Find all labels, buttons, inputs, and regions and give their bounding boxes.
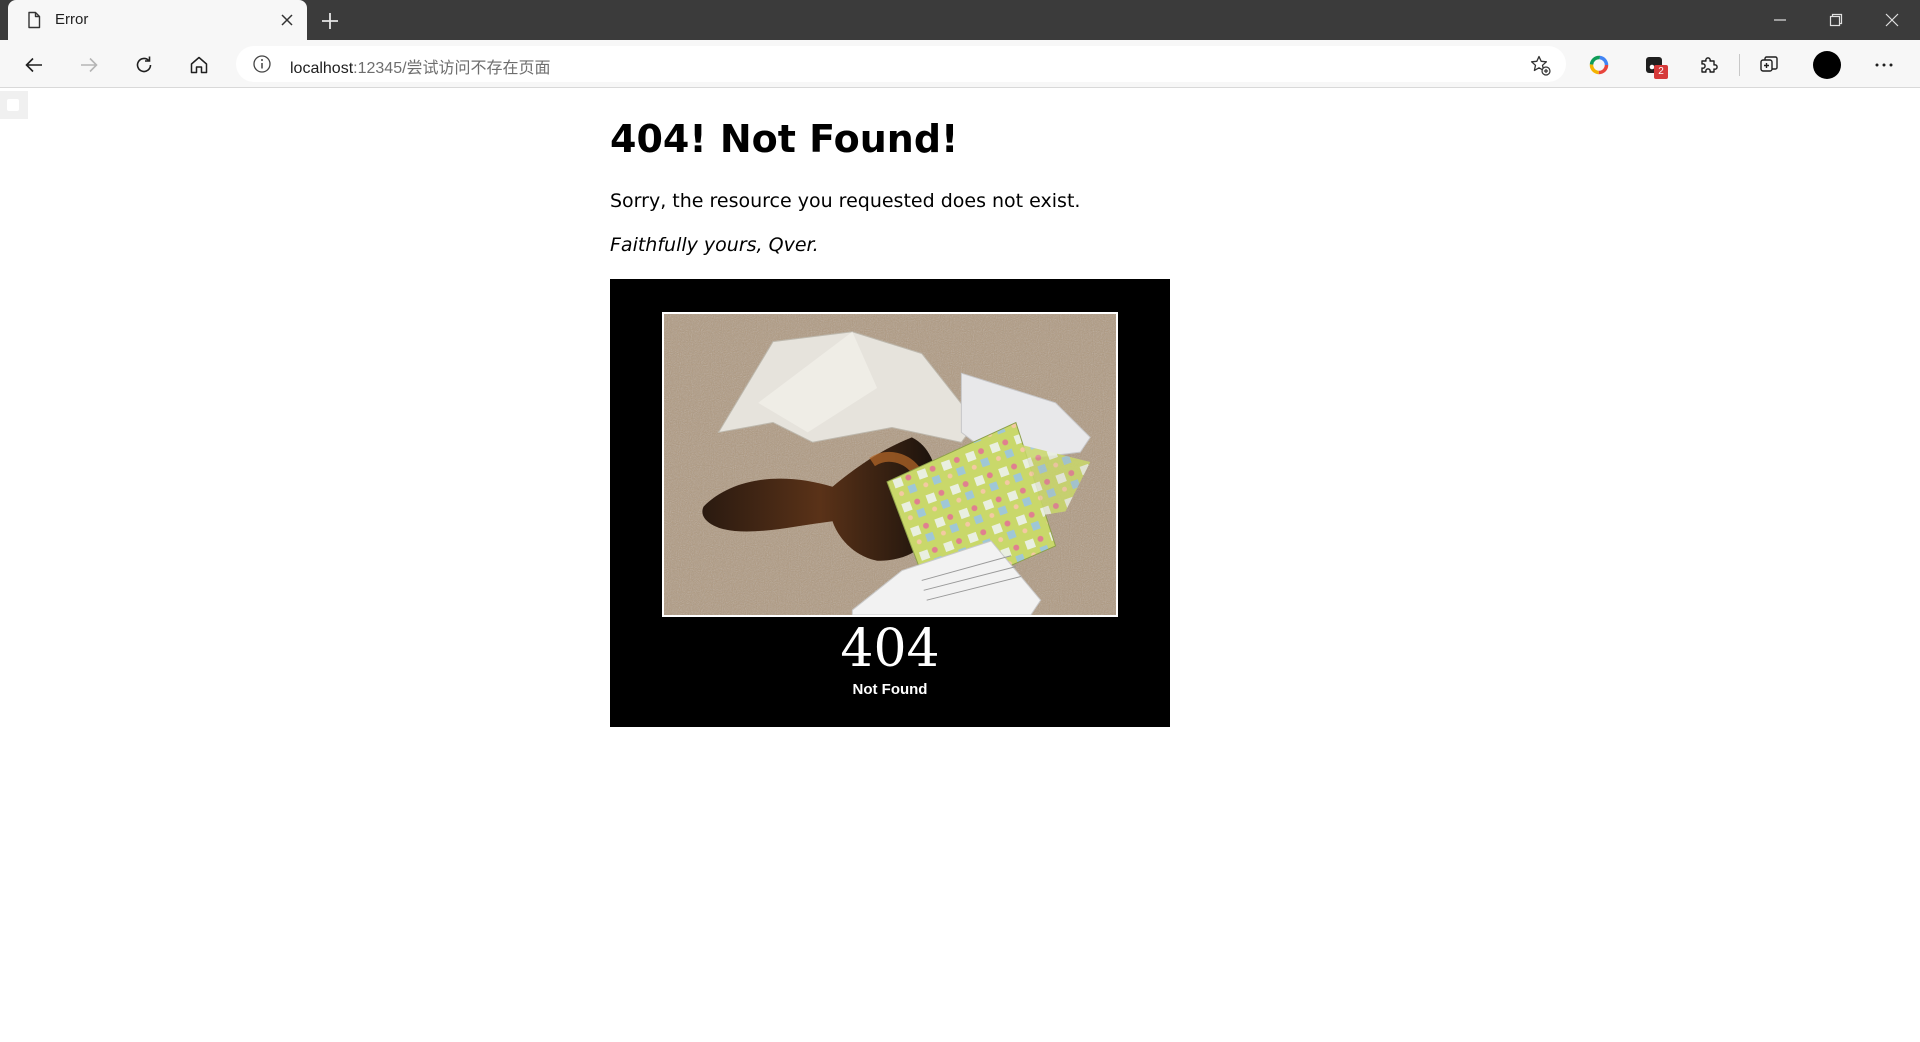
home-icon	[190, 56, 208, 74]
new-tab-icon[interactable]	[318, 9, 342, 33]
color-extension-button[interactable]	[1583, 49, 1615, 81]
collections-icon	[1760, 56, 1778, 72]
url-host: localhost	[290, 60, 354, 77]
extension-badge-count: 2	[1654, 65, 1668, 79]
corner-widget-icon	[7, 99, 19, 111]
forward-button[interactable]	[73, 49, 105, 81]
page-viewport: 404! Not Found! Sorry, the resource you …	[0, 89, 1920, 1042]
title-bar: Error	[0, 0, 1920, 40]
tab-title: Error	[55, 11, 89, 28]
badge-extension-button[interactable]: 2	[1638, 49, 1670, 81]
cat-under-paper-illustration	[664, 314, 1116, 615]
document-icon	[28, 11, 41, 29]
address-bar[interactable]: localhost:12345/尝试访问不存在页面	[236, 46, 1566, 82]
browser-toolbar: localhost:12345/尝试访问不存在页面 2	[0, 40, 1920, 88]
back-button[interactable]	[18, 49, 50, 81]
home-button[interactable]	[183, 49, 215, 81]
avatar	[1813, 51, 1841, 79]
close-window-button[interactable]	[1864, 0, 1920, 40]
url-text[interactable]: localhost:12345/尝试访问不存在页面	[290, 54, 551, 78]
restore-icon	[1829, 13, 1843, 27]
signature: Faithfully yours, Qver.	[610, 234, 819, 256]
restore-button[interactable]	[1808, 0, 1864, 40]
close-tab-icon[interactable]	[278, 11, 296, 29]
minimize-button[interactable]	[1752, 0, 1808, 40]
corner-widget[interactable]	[0, 91, 28, 119]
extensions-button[interactable]	[1693, 49, 1725, 81]
profile-button[interactable]	[1811, 49, 1843, 81]
star-add-icon[interactable]	[1528, 53, 1552, 77]
info-icon[interactable]	[252, 54, 272, 74]
reload-icon	[136, 56, 152, 73]
error-poster-image: 404 Not Found	[610, 279, 1170, 727]
page-title: 404! Not Found!	[610, 117, 959, 161]
more-icon	[1875, 63, 1893, 67]
url-path: :12345/尝试访问不存在页面	[353, 60, 551, 77]
close-icon	[1885, 13, 1899, 27]
poster-error-code: 404	[840, 619, 940, 679]
browser-tab-active[interactable]: Error	[8, 0, 307, 40]
settings-menu-button[interactable]	[1868, 49, 1900, 81]
puzzle-icon	[1701, 57, 1718, 73]
poster-caption: Not Found	[852, 681, 928, 698]
reload-button[interactable]	[128, 49, 160, 81]
arrow-left-icon	[25, 57, 42, 73]
color-ring-icon	[1589, 55, 1609, 75]
toolbar-divider	[1739, 54, 1740, 76]
error-message: Sorry, the resource you requested does n…	[610, 190, 1081, 212]
collections-button[interactable]	[1753, 49, 1785, 81]
cat-photo	[661, 311, 1119, 618]
arrow-right-icon	[81, 57, 98, 73]
minimize-icon	[1774, 19, 1786, 21]
